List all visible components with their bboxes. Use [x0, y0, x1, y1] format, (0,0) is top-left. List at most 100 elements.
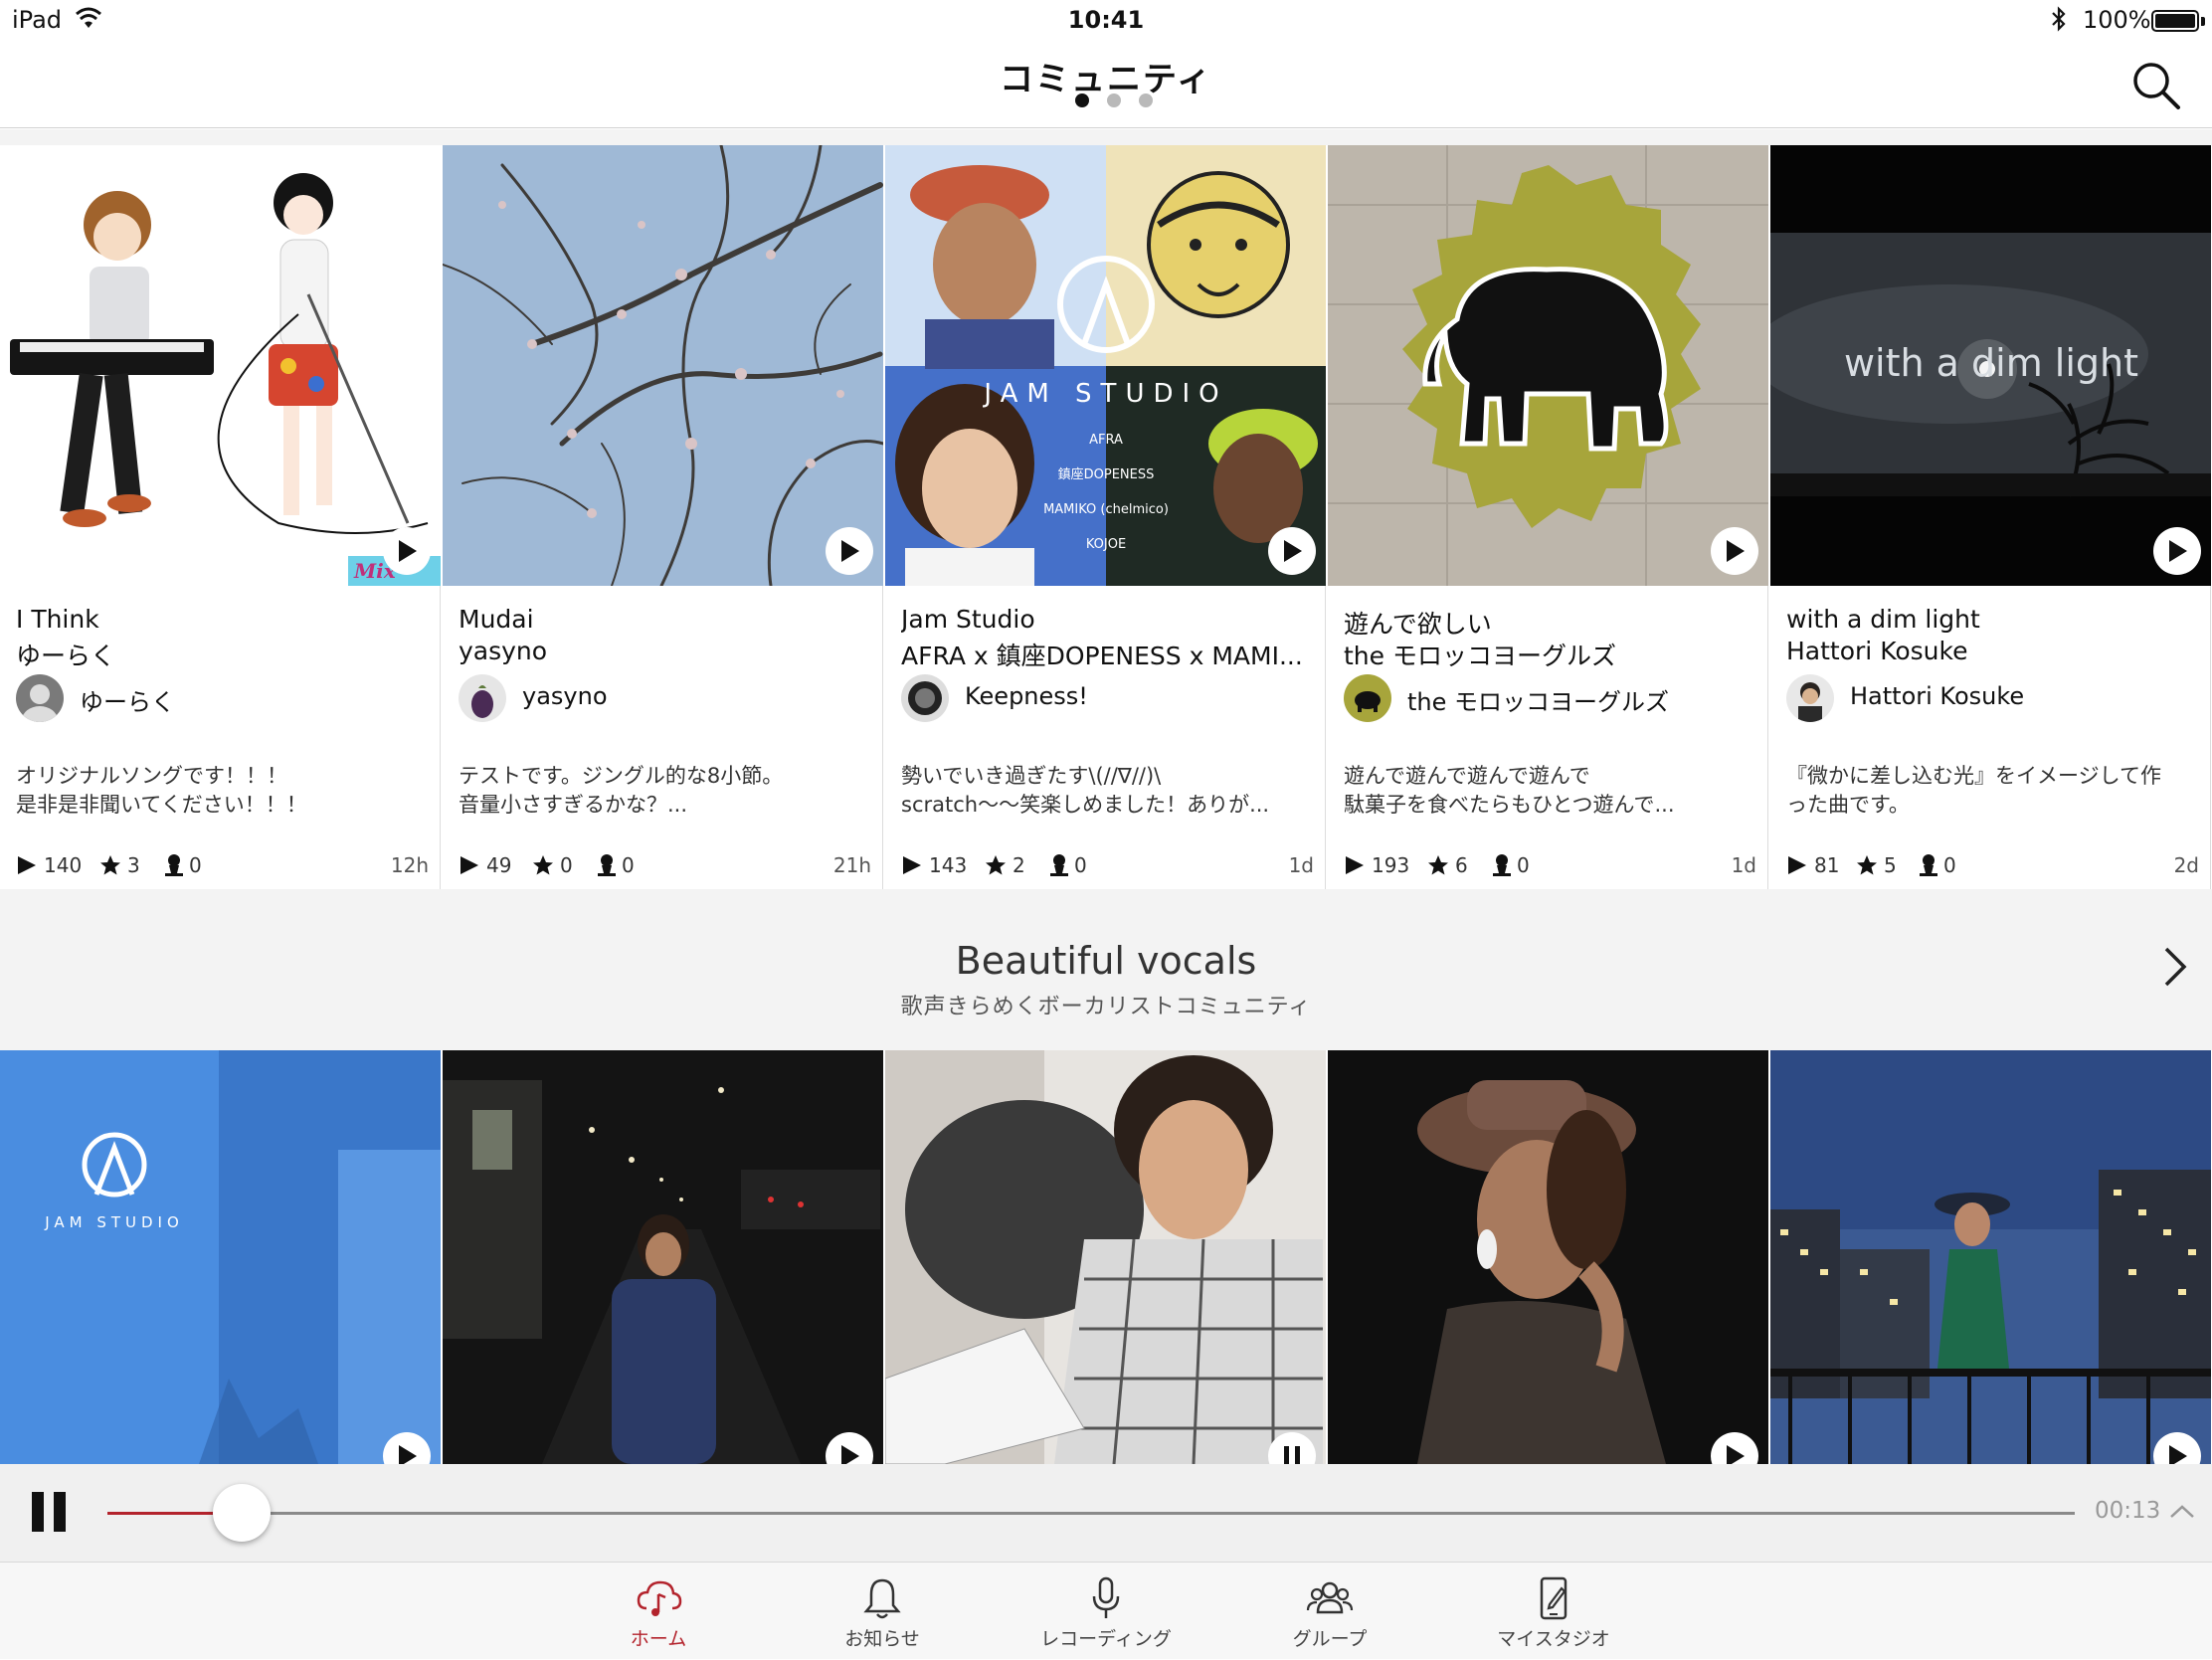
group-icon [1306, 1581, 1354, 1614]
section-subtitle: 歌声きらめくボーカリストコミュニティ [900, 995, 1312, 1019]
play-count-icon [903, 856, 921, 874]
track-artwork[interactable] [443, 145, 883, 586]
user-name[interactable]: ゆーらく [80, 682, 175, 717]
star-icon [100, 855, 120, 875]
user-name[interactable]: Keepness! [965, 682, 1088, 710]
svg-text:KOJOE: KOJOE [1086, 537, 1126, 552]
description-line: テストです。ジングル的な8小節。 [459, 764, 784, 788]
user-name[interactable]: yasyno [522, 682, 608, 710]
search-icon [2133, 63, 2180, 109]
page-dot-1[interactable] [1075, 93, 1089, 107]
tab-groups[interactable]: グループ [1230, 1563, 1429, 1660]
tab-recording[interactable]: レコーディング [1007, 1563, 1205, 1660]
description-line: 遊んで遊んで遊んで遊んで [1344, 764, 1590, 788]
description-line: 音量小さすぎるかな？... [459, 793, 688, 817]
progress-knob[interactable] [212, 1484, 271, 1542]
track-artwork[interactable]: JAM STUDIO AFRA 鎮座DOPENESS MAMIKO (chelm… [885, 145, 1326, 586]
track-description: 遊んで遊んで遊んで遊んで 駄菓子を食べたらもひとつ遊んで... [1344, 762, 1756, 820]
page-indicator[interactable] [1059, 93, 1169, 109]
microphone-icon [1092, 1576, 1120, 1618]
tab-notifications[interactable]: お知らせ [783, 1563, 982, 1660]
avatar[interactable] [1786, 674, 1834, 722]
track-description: 勢いでいき過ぎたす\(//∇//)\ scratch〜〜笑楽しめました！ありが.… [901, 762, 1314, 820]
play-icon [2169, 540, 2187, 562]
track-description: オリジナルソングです！！！ 是非是非聞いてください！！！ [16, 762, 429, 820]
description-line: scratch〜〜笑楽しめました！ありが... [901, 793, 1270, 817]
track-stats: 81 5 0 2d [1786, 853, 2199, 881]
track-stats: 140 3 0 12h [16, 853, 429, 881]
track-artwork[interactable] [1328, 145, 1768, 586]
track-card[interactable]: Mudai yasyno yasyno テストです。ジングル的な8小節。 音量小… [443, 145, 883, 889]
track-card[interactable]: Mix I Think ゆーらく ゆーらく オリジナルソングです！！！ 是非是非… [0, 145, 441, 889]
track-artwork[interactable]: Mix [0, 145, 441, 586]
person-icon [1050, 854, 1068, 876]
tab-my-studio[interactable]: マイスタジオ [1454, 1563, 1653, 1660]
person-icon [1920, 854, 1937, 876]
track-card[interactable]: 遊んで欲しい the モロッコヨーグルズ the モロッコヨーグルズ 遊んで遊ん… [1328, 145, 1768, 889]
section-title: Beautiful vocals [955, 939, 1257, 983]
track-description: 『微かに差し込む光』をイメージして作 った曲です。 [1786, 762, 2199, 820]
svg-text:AFRA: AFRA [1089, 433, 1123, 448]
community-section-header[interactable]: Beautiful vocals 歌声きらめくボーカリストコミュニティ [0, 889, 2212, 1050]
chevron-right-icon[interactable] [2160, 945, 2190, 989]
search-button[interactable] [2128, 58, 2184, 113]
nav-bar: コミュニティ [0, 40, 2212, 128]
play-icon [2169, 1445, 2187, 1464]
tab-label: レコーディング [1040, 1628, 1172, 1650]
page-dot-2[interactable] [1107, 93, 1121, 107]
track-artist: AFRA x 鎮座DOPENESS x MAMI... [901, 642, 1303, 670]
vocal-tile[interactable] [1770, 1050, 2211, 1464]
play-button[interactable] [1268, 527, 1316, 575]
battery-icon [2151, 10, 2199, 32]
star-icon [533, 855, 553, 875]
track-artist: yasyno [459, 637, 548, 665]
progress-slider[interactable] [107, 1512, 2075, 1515]
play-button[interactable] [2153, 527, 2201, 575]
play-button[interactable] [826, 527, 873, 575]
track-title: I Think [16, 605, 99, 634]
track-card[interactable]: with a dim light with a dim light Hattor… [1770, 145, 2211, 889]
user-name[interactable]: the モロッコヨーグルズ [1407, 682, 1669, 717]
description-line: 駄菓子を食べたらもひとつ遊んで... [1344, 793, 1675, 817]
star-icon [986, 855, 1006, 875]
avatar[interactable] [901, 674, 949, 722]
vocal-tile[interactable] [885, 1050, 1326, 1464]
svg-text:JAM STUDIO: JAM STUDIO [982, 379, 1227, 409]
vocal-tile[interactable]: JAM STUDIO [0, 1050, 441, 1464]
tab-home[interactable]: ホーム [559, 1563, 758, 1660]
play-button[interactable] [383, 527, 431, 575]
tab-label: お知らせ [844, 1628, 920, 1650]
pause-button[interactable] [32, 1492, 68, 1532]
track-stats: 49 0 0 21h [459, 853, 871, 881]
play-count: 193 [1344, 853, 1409, 877]
avatar[interactable] [459, 674, 506, 722]
track-artwork[interactable]: with a dim light [1770, 145, 2211, 586]
member-count: 0 [1050, 853, 1087, 877]
play-count-icon [461, 856, 478, 874]
play-count: 81 [1786, 853, 1839, 877]
description-line: 『微かに差し込む光』をイメージして作 [1786, 764, 2161, 788]
bell-icon [863, 1578, 901, 1619]
avatar[interactable] [16, 674, 64, 722]
page-dot-3[interactable] [1139, 93, 1153, 107]
vocal-tile[interactable] [443, 1050, 883, 1464]
elapsed-time: 00:13 [2095, 1498, 2161, 1524]
track-card-row: Mix I Think ゆーらく ゆーらく オリジナルソングです！！！ 是非是非… [0, 145, 2212, 889]
track-stats: 143 2 0 1d [901, 853, 1314, 881]
member-count: 0 [1493, 853, 1530, 877]
play-count-icon [1346, 856, 1364, 874]
track-description: テストです。ジングル的な8小節。 音量小さすぎるかな？... [459, 762, 871, 820]
star-icon [1428, 855, 1448, 875]
play-button[interactable] [1711, 527, 1758, 575]
star-count: 6 [1427, 853, 1468, 877]
chevron-up-icon[interactable] [2168, 1502, 2196, 1522]
avatar[interactable] [1344, 674, 1391, 722]
track-card[interactable]: JAM STUDIO AFRA 鎮座DOPENESS MAMIKO (chelm… [885, 145, 1326, 889]
user-name[interactable]: Hattori Kosuke [1850, 682, 2024, 710]
play-icon [841, 1445, 859, 1464]
play-icon [1727, 1445, 1745, 1464]
svg-text:with a dim light: with a dim light [1844, 341, 2138, 385]
person-icon [1493, 854, 1511, 876]
pause-icon [1284, 1446, 1300, 1464]
vocal-tile[interactable] [1328, 1050, 1768, 1464]
